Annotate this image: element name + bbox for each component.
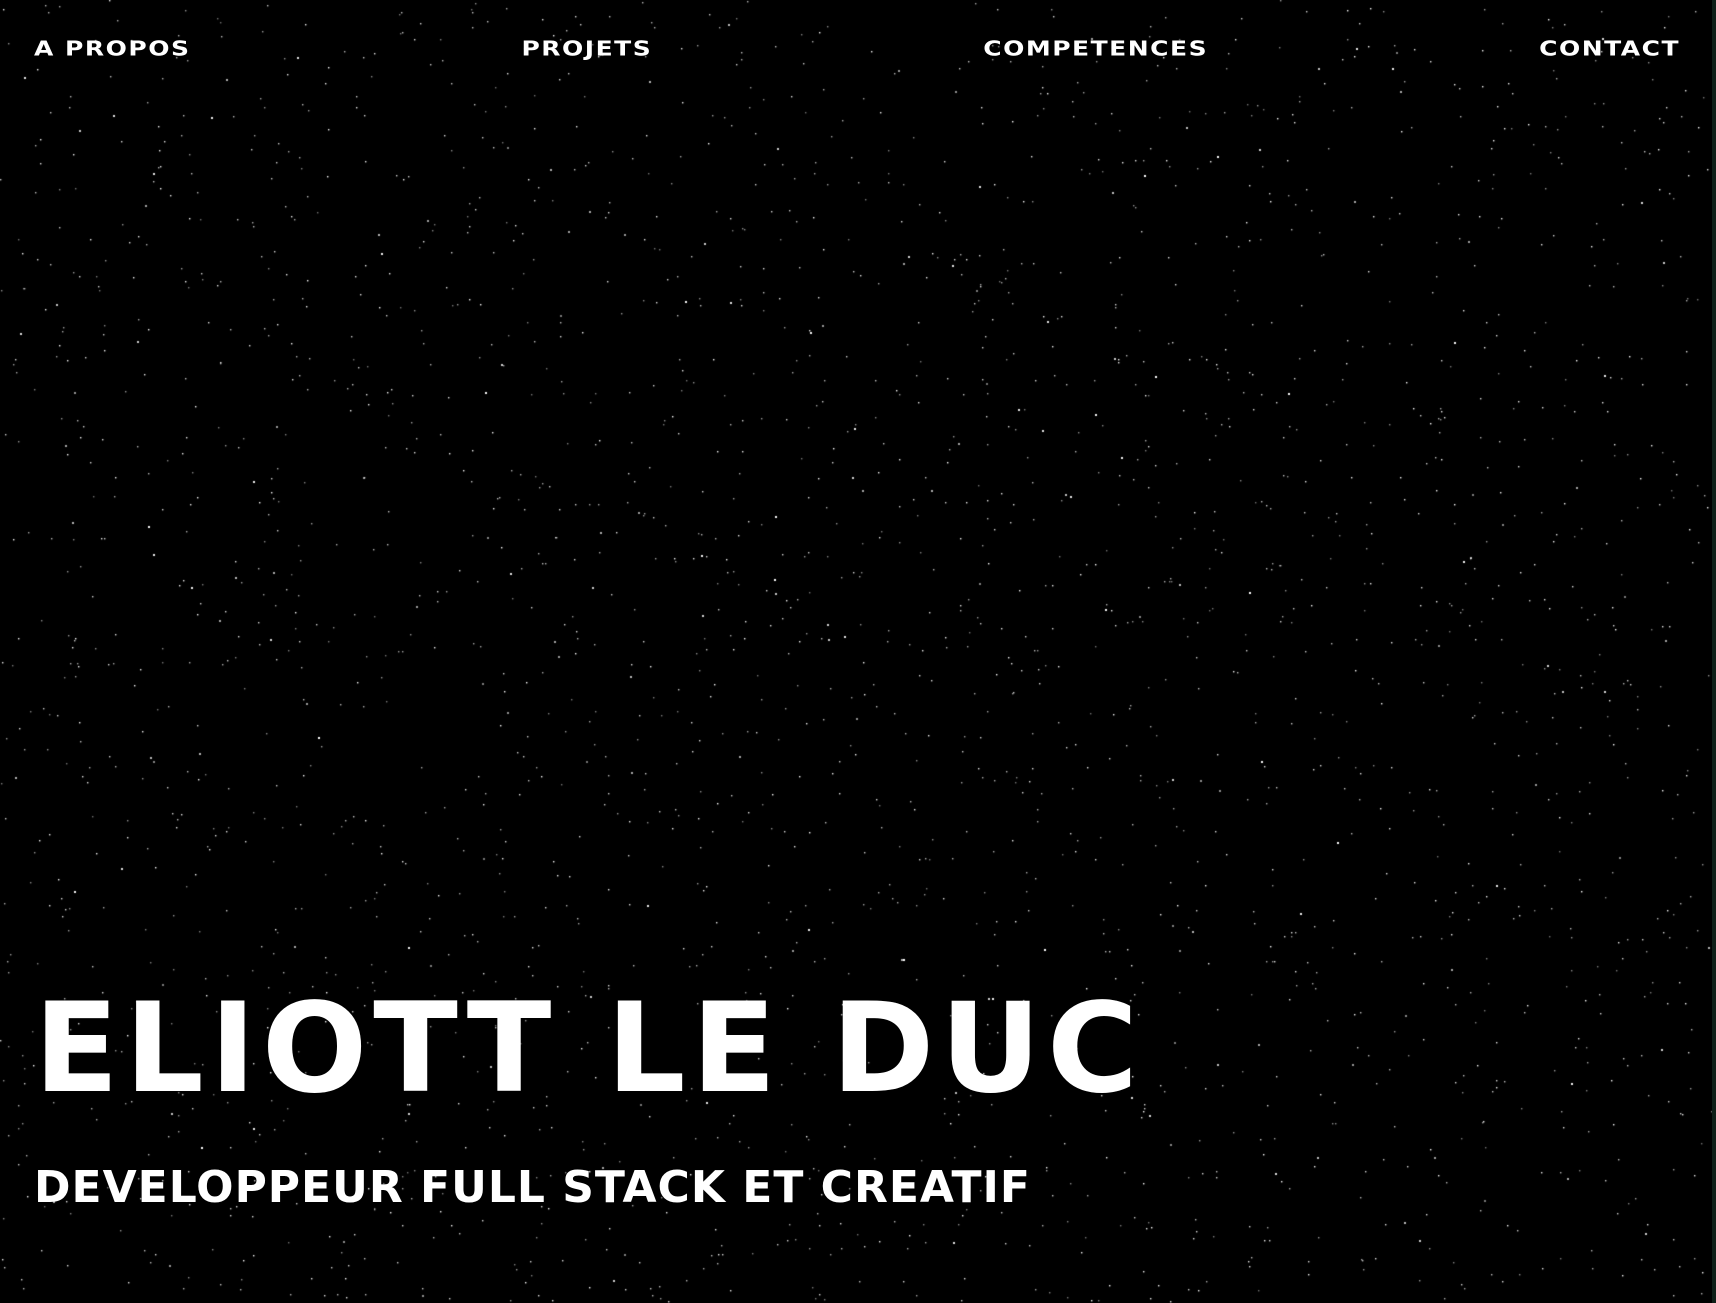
hero-tagline: DEVELOPPEUR FULL STACK ET CREATIF [34, 1162, 1031, 1213]
nav-link-a-propos[interactable]: A PROPOS [34, 36, 190, 60]
nav-link-projets[interactable]: PROJETS [521, 36, 652, 60]
hero-section: ELIOTT LE DUC DEVELOPPEUR FULL STACK ET … [34, 985, 1144, 1213]
window-right-edge [1712, 0, 1716, 1303]
nav-link-competences[interactable]: COMPETENCES [983, 36, 1208, 60]
top-navigation: A PROPOS PROJETS COMPETENCES CONTACT [34, 30, 1680, 66]
hero-name-title: ELIOTT LE DUC [34, 977, 1144, 1121]
nav-link-contact[interactable]: CONTACT [1539, 36, 1680, 60]
